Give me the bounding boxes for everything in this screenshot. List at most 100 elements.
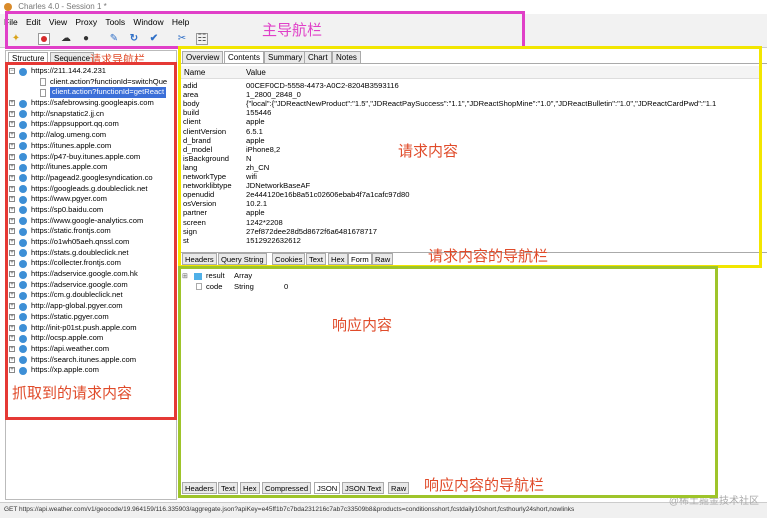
param-row[interactable]: networklibtype JDNetworkBaseAF [180,181,760,190]
menu-window[interactable]: Window [133,17,163,27]
host-row[interactable]: + https://collecter.frontjs.com [6,258,176,269]
param-row[interactable]: screen 1242*2208 [180,218,760,227]
settings-icon[interactable]: ☷ [196,33,208,45]
expand-icon[interactable]: + [9,345,15,352]
tab-summary[interactable]: Summary [264,51,307,63]
expand-icon[interactable]: + [9,110,15,117]
host-row[interactable]: + https://safebrowsing.googleapis.com [6,98,176,109]
host-row[interactable]: + https://search.itunes.apple.com [6,355,176,366]
host-row[interactable]: + https://api.weather.com [6,344,176,355]
tab-sequence[interactable]: Sequence [50,52,95,64]
param-row[interactable]: client apple [180,117,760,126]
request-row[interactable]: client.action?functionId=getReact [6,87,176,99]
host-row[interactable]: + https://adservice.google.com.hk [6,269,176,280]
host-row[interactable]: + https://itunes.apple.com [6,141,176,152]
host-row[interactable]: + https://adservice.google.com [6,280,176,291]
param-row[interactable]: adid 00CEF0CD-5558-4473-A0C2-8204B3593116 [180,81,760,90]
tab-query-string[interactable]: Query String [218,253,267,265]
host-row[interactable]: + https://xp.apple.com [6,365,176,376]
host-row[interactable]: + http://ocsp.apple.com [6,333,176,344]
expand-icon[interactable]: + [9,185,15,192]
param-row[interactable]: d_brand apple [180,136,760,145]
expand-icon[interactable]: + [9,271,15,278]
tab-form[interactable]: Form [348,253,372,265]
expand-icon[interactable]: + [9,324,15,331]
tab-text[interactable]: Text [218,482,238,494]
tab-raw[interactable]: Raw [372,253,394,265]
param-row[interactable]: osVersion 10.2.1 [180,199,760,208]
tab-json-text[interactable]: JSON Text [342,482,385,494]
param-row[interactable]: lang zh_CN [180,163,760,172]
host-row[interactable]: + https://o1wh05aeh.qnssl.com [6,237,176,248]
expand-icon[interactable]: + [9,303,15,310]
param-row[interactable]: body {"local":{"JDReactNewProduct":"1.5",… [180,99,760,108]
param-row[interactable]: sign 27ef872dee28d5d8672f6a6481678717 [180,227,760,236]
param-row[interactable]: partner apple [180,208,760,217]
expand-icon[interactable]: − [9,68,15,74]
param-row[interactable]: networkType wifi [180,172,760,181]
tab-json[interactable]: JSON [314,482,341,494]
tools-icon[interactable]: ✂ [176,33,188,45]
expand-icon[interactable]: + [9,153,15,160]
host-row[interactable]: + http://pagead2.googlesyndication.co [6,173,176,184]
host-row[interactable]: + https://stats.g.doubleclick.net [6,248,176,259]
host-row[interactable]: + http://app-global.pgyer.com [6,301,176,312]
expand-icon[interactable]: + [9,228,15,235]
expand-icon[interactable]: + [9,281,15,288]
expand-icon[interactable]: + [9,217,15,224]
menu-help[interactable]: Help [172,17,189,27]
pen-icon[interactable]: ✎ [108,33,120,45]
param-row[interactable]: build 155446 [180,108,760,117]
check-icon[interactable]: ✔ [148,33,160,45]
breakpoint-icon[interactable]: ● [80,33,92,45]
tab-notes[interactable]: Notes [332,51,361,63]
host-row[interactable]: + https://static.pgyer.com [6,312,176,323]
tab-hex[interactable]: Hex [240,482,260,494]
expand-icon[interactable]: + [9,132,15,139]
expand-icon[interactable]: + [9,174,15,181]
tab-compressed[interactable]: Compressed [262,482,312,494]
refresh-icon[interactable]: ↻ [128,33,140,45]
expand-icon[interactable]: + [9,367,15,374]
host-row[interactable]: + https://googleads.g.doubleclick.net [6,184,176,195]
tab-cookies[interactable]: Cookies [272,253,306,265]
param-row[interactable]: d_model iPhone8,2 [180,145,760,154]
broom-icon[interactable]: ✦ [10,33,22,45]
host-row[interactable]: + https://cm.g.doubleclick.net [6,290,176,301]
param-row[interactable]: isBackground N [180,154,760,163]
expand-icon[interactable]: + [9,121,15,128]
host-row[interactable]: + https://sp0.baidu.com [6,205,176,216]
host-row[interactable]: + https://static.frontjs.com [6,226,176,237]
expand-icon[interactable]: + [9,164,15,171]
tab-overview[interactable]: Overview [182,51,224,63]
tab-contents[interactable]: Contents [224,51,265,63]
param-row[interactable]: area 1_2800_2848_0 [180,90,760,99]
expand-icon[interactable]: + [9,335,15,342]
host-row[interactable]: + http://itunes.apple.com [6,162,176,173]
tab-text[interactable]: Text [306,253,326,265]
expand-icon[interactable]: + [9,260,15,267]
expand-icon[interactable]: + [9,206,15,213]
request-row[interactable]: client.action?functionId=switchQue [6,77,176,88]
expand-icon[interactable]: + [9,313,15,320]
menu-view[interactable]: View [49,17,67,27]
host-row[interactable]: + https://www.google-analytics.com [6,216,176,227]
tab-chart[interactable]: Chart [304,51,332,63]
expand-icon[interactable]: + [9,356,15,363]
expand-icon[interactable]: + [9,249,15,256]
host-row[interactable]: + https://p47-buy.itunes.apple.com [6,152,176,163]
record-icon[interactable] [38,33,50,45]
param-row[interactable]: st 1512922632612 [180,236,760,245]
host-row[interactable]: + http://init-p01st.push.apple.com [6,323,176,334]
menu-tools[interactable]: Tools [105,17,125,27]
tab-structure[interactable]: Structure [8,52,49,64]
tab-headers[interactable]: Headers [182,253,217,265]
menu-proxy[interactable]: Proxy [75,17,97,27]
throttle-icon[interactable]: ☁ [60,33,72,45]
expand-icon[interactable]: + [9,196,15,203]
param-row[interactable]: clientVersion 6.5.1 [180,127,760,136]
host-row[interactable]: + http://alog.umeng.com [6,130,176,141]
menu-edit[interactable]: Edit [26,17,41,27]
tab-headers[interactable]: Headers [182,482,217,494]
expand-icon[interactable]: + [9,100,15,107]
